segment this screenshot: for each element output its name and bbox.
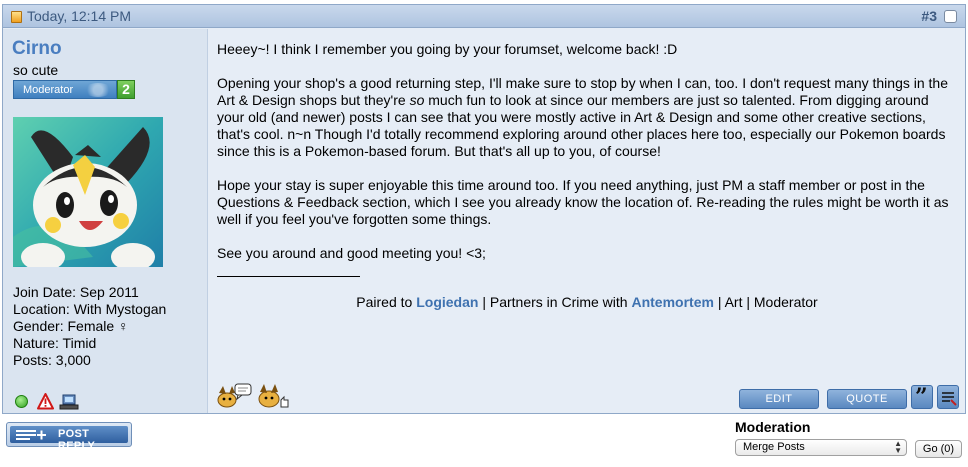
post-number-link[interactable]: #3 — [921, 8, 937, 24]
document-icon — [11, 11, 22, 23]
post-reply-inner: POST REPLY — [10, 426, 128, 452]
message-paragraph-3: Hope your stay is super enjoyable this t… — [217, 177, 949, 227]
post-date: Today, 12:14 PM — [27, 8, 132, 24]
signature-link-antemortem[interactable]: Antemortem — [631, 294, 713, 310]
username-link[interactable]: Cirno — [12, 38, 62, 60]
post-header: Today, 12:14 PM #3 — [3, 5, 965, 28]
gender: Gender: Female ♀ — [13, 318, 129, 334]
location: Location: With Mystogan — [13, 301, 167, 317]
ip-computer-icon[interactable] — [59, 394, 79, 410]
rank-label-bar: Moderator — [13, 80, 117, 99]
signature-text: | Partners in Crime with — [478, 294, 632, 310]
signature-divider — [217, 276, 360, 277]
rank-badge: Moderator 2 — [13, 80, 135, 99]
message-paragraph-4: See you around and good meeting you! <3; — [217, 245, 486, 261]
quote-button[interactable]: QUOTE — [827, 389, 907, 409]
reply-plus-icon — [16, 430, 46, 440]
post-reply-button[interactable]: POST REPLY — [6, 422, 132, 452]
edit-button[interactable]: EDIT — [739, 389, 819, 409]
post-content: Heeey~! I think I remember you going by … — [209, 29, 965, 413]
online-status-icon — [15, 395, 28, 408]
avatar[interactable] — [13, 117, 163, 267]
pokemon-reputation-emote[interactable] — [257, 383, 291, 409]
emolga-avatar-image — [13, 117, 163, 267]
post-message: Heeey~! I think I remember you going by … — [217, 41, 957, 279]
join-date: Join Date: Sep 2011 — [13, 284, 139, 300]
post-container: Today, 12:14 PM #3 Cirno so cute Moderat… — [2, 4, 966, 414]
signature-link-logiedan[interactable]: Logiedan — [416, 294, 478, 310]
pokemon-speech-emote[interactable] — [217, 383, 253, 409]
rank-count: 2 — [117, 80, 135, 99]
message-paragraph-1: Heeey~! I think I remember you going by … — [217, 41, 678, 57]
signature: Paired to Logiedan | Partners in Crime w… — [209, 294, 965, 310]
user-stats: Join Date: Sep 2011 Location: With Mysto… — [13, 284, 166, 369]
quick-reply-button[interactable] — [937, 385, 959, 409]
rank-label: Moderator — [23, 84, 74, 96]
moderation-selected-option: Merge Posts — [743, 441, 805, 453]
signature-text: | Art | Moderator — [713, 294, 818, 310]
nature: Nature: Timid — [13, 335, 97, 351]
select-arrows-icon: ▲ ▼ — [894, 439, 902, 455]
multi-quote-button[interactable]: ” — [911, 384, 933, 410]
moderation-select[interactable]: Merge Posts ▲ ▼ — [735, 439, 907, 456]
signature-text: Paired to — [356, 294, 417, 310]
post-reply-label: POST REPLY — [58, 428, 96, 452]
user-title: so cute — [13, 62, 59, 78]
quick-reply-icon — [942, 392, 957, 406]
moderation-title: Moderation — [735, 419, 811, 435]
report-warning-icon[interactable] — [37, 393, 54, 410]
message-emphasis: so — [409, 92, 425, 108]
moderation-go-button[interactable]: Go (0) — [915, 440, 962, 458]
post-select-checkbox[interactable] — [944, 10, 957, 23]
quote-marks-icon: ” — [915, 384, 928, 410]
post-count: Posts: 3,000 — [13, 352, 91, 368]
message-paragraph-2: Opening your shop's a good returning ste… — [217, 75, 957, 160]
rank-pokeball-icon — [84, 83, 112, 97]
user-info-panel: Cirno so cute Moderator 2 Join Date: Sep… — [3, 29, 208, 413]
